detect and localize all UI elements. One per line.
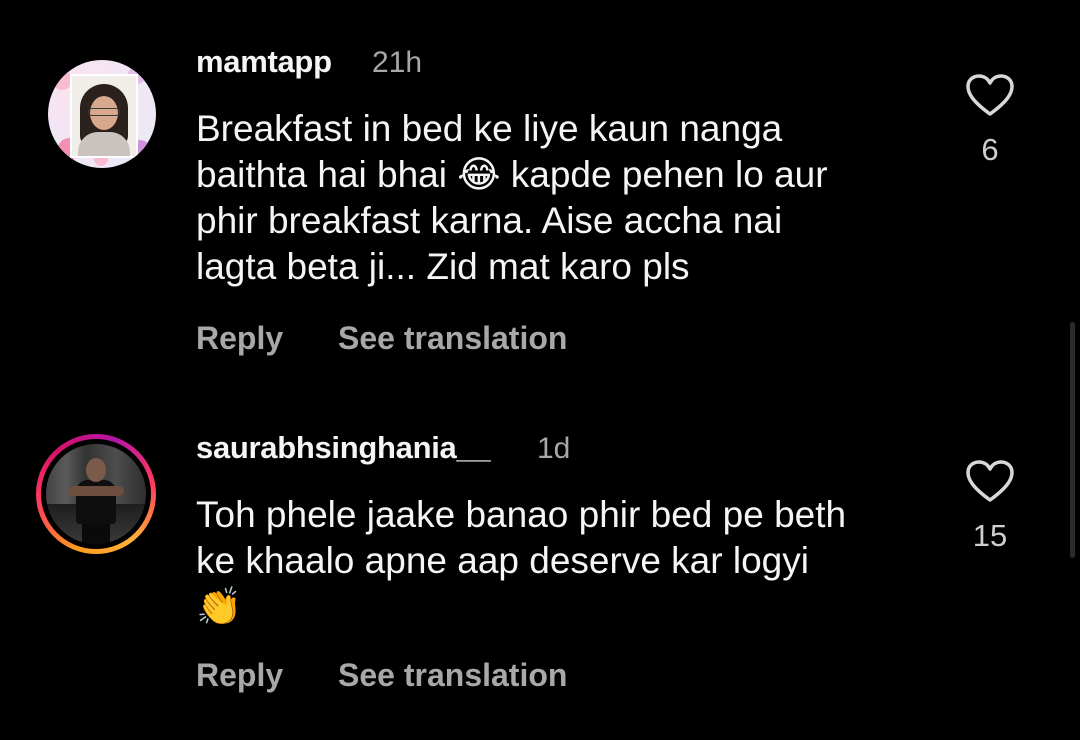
- comment-timestamp: 21h: [372, 46, 423, 79]
- comment-username[interactable]: saurabhsinghania__: [196, 430, 491, 466]
- like-count: 15: [972, 518, 1008, 553]
- user-avatar-mamtapp[interactable]: [48, 60, 156, 168]
- comment-text: Toh phele jaake banao phir bed pe beth k…: [196, 494, 847, 627]
- scrollbar[interactable]: [1070, 322, 1075, 558]
- see-translation-button[interactable]: See translation: [338, 320, 567, 357]
- heart-outline-icon[interactable]: [966, 74, 1014, 118]
- comment-actions: Reply See translation: [196, 657, 613, 694]
- heart-outline-icon[interactable]: [966, 460, 1014, 504]
- user-avatar-saurabhsinghania[interactable]: [46, 444, 146, 544]
- like-count: 6: [981, 132, 999, 167]
- comment-text: Breakfast in bed ke liye kaun nanga bait…: [196, 108, 828, 287]
- reply-button[interactable]: Reply: [196, 320, 283, 357]
- comment-username[interactable]: mamtapp: [196, 44, 332, 80]
- comment-timestamp: 1d: [537, 432, 571, 465]
- like-control: 15: [960, 460, 1020, 554]
- reply-button[interactable]: Reply: [196, 657, 283, 694]
- like-control: 6: [960, 74, 1020, 168]
- see-translation-button[interactable]: See translation: [338, 657, 567, 694]
- story-ring[interactable]: [36, 434, 156, 554]
- comment-actions: Reply See translation: [196, 320, 613, 357]
